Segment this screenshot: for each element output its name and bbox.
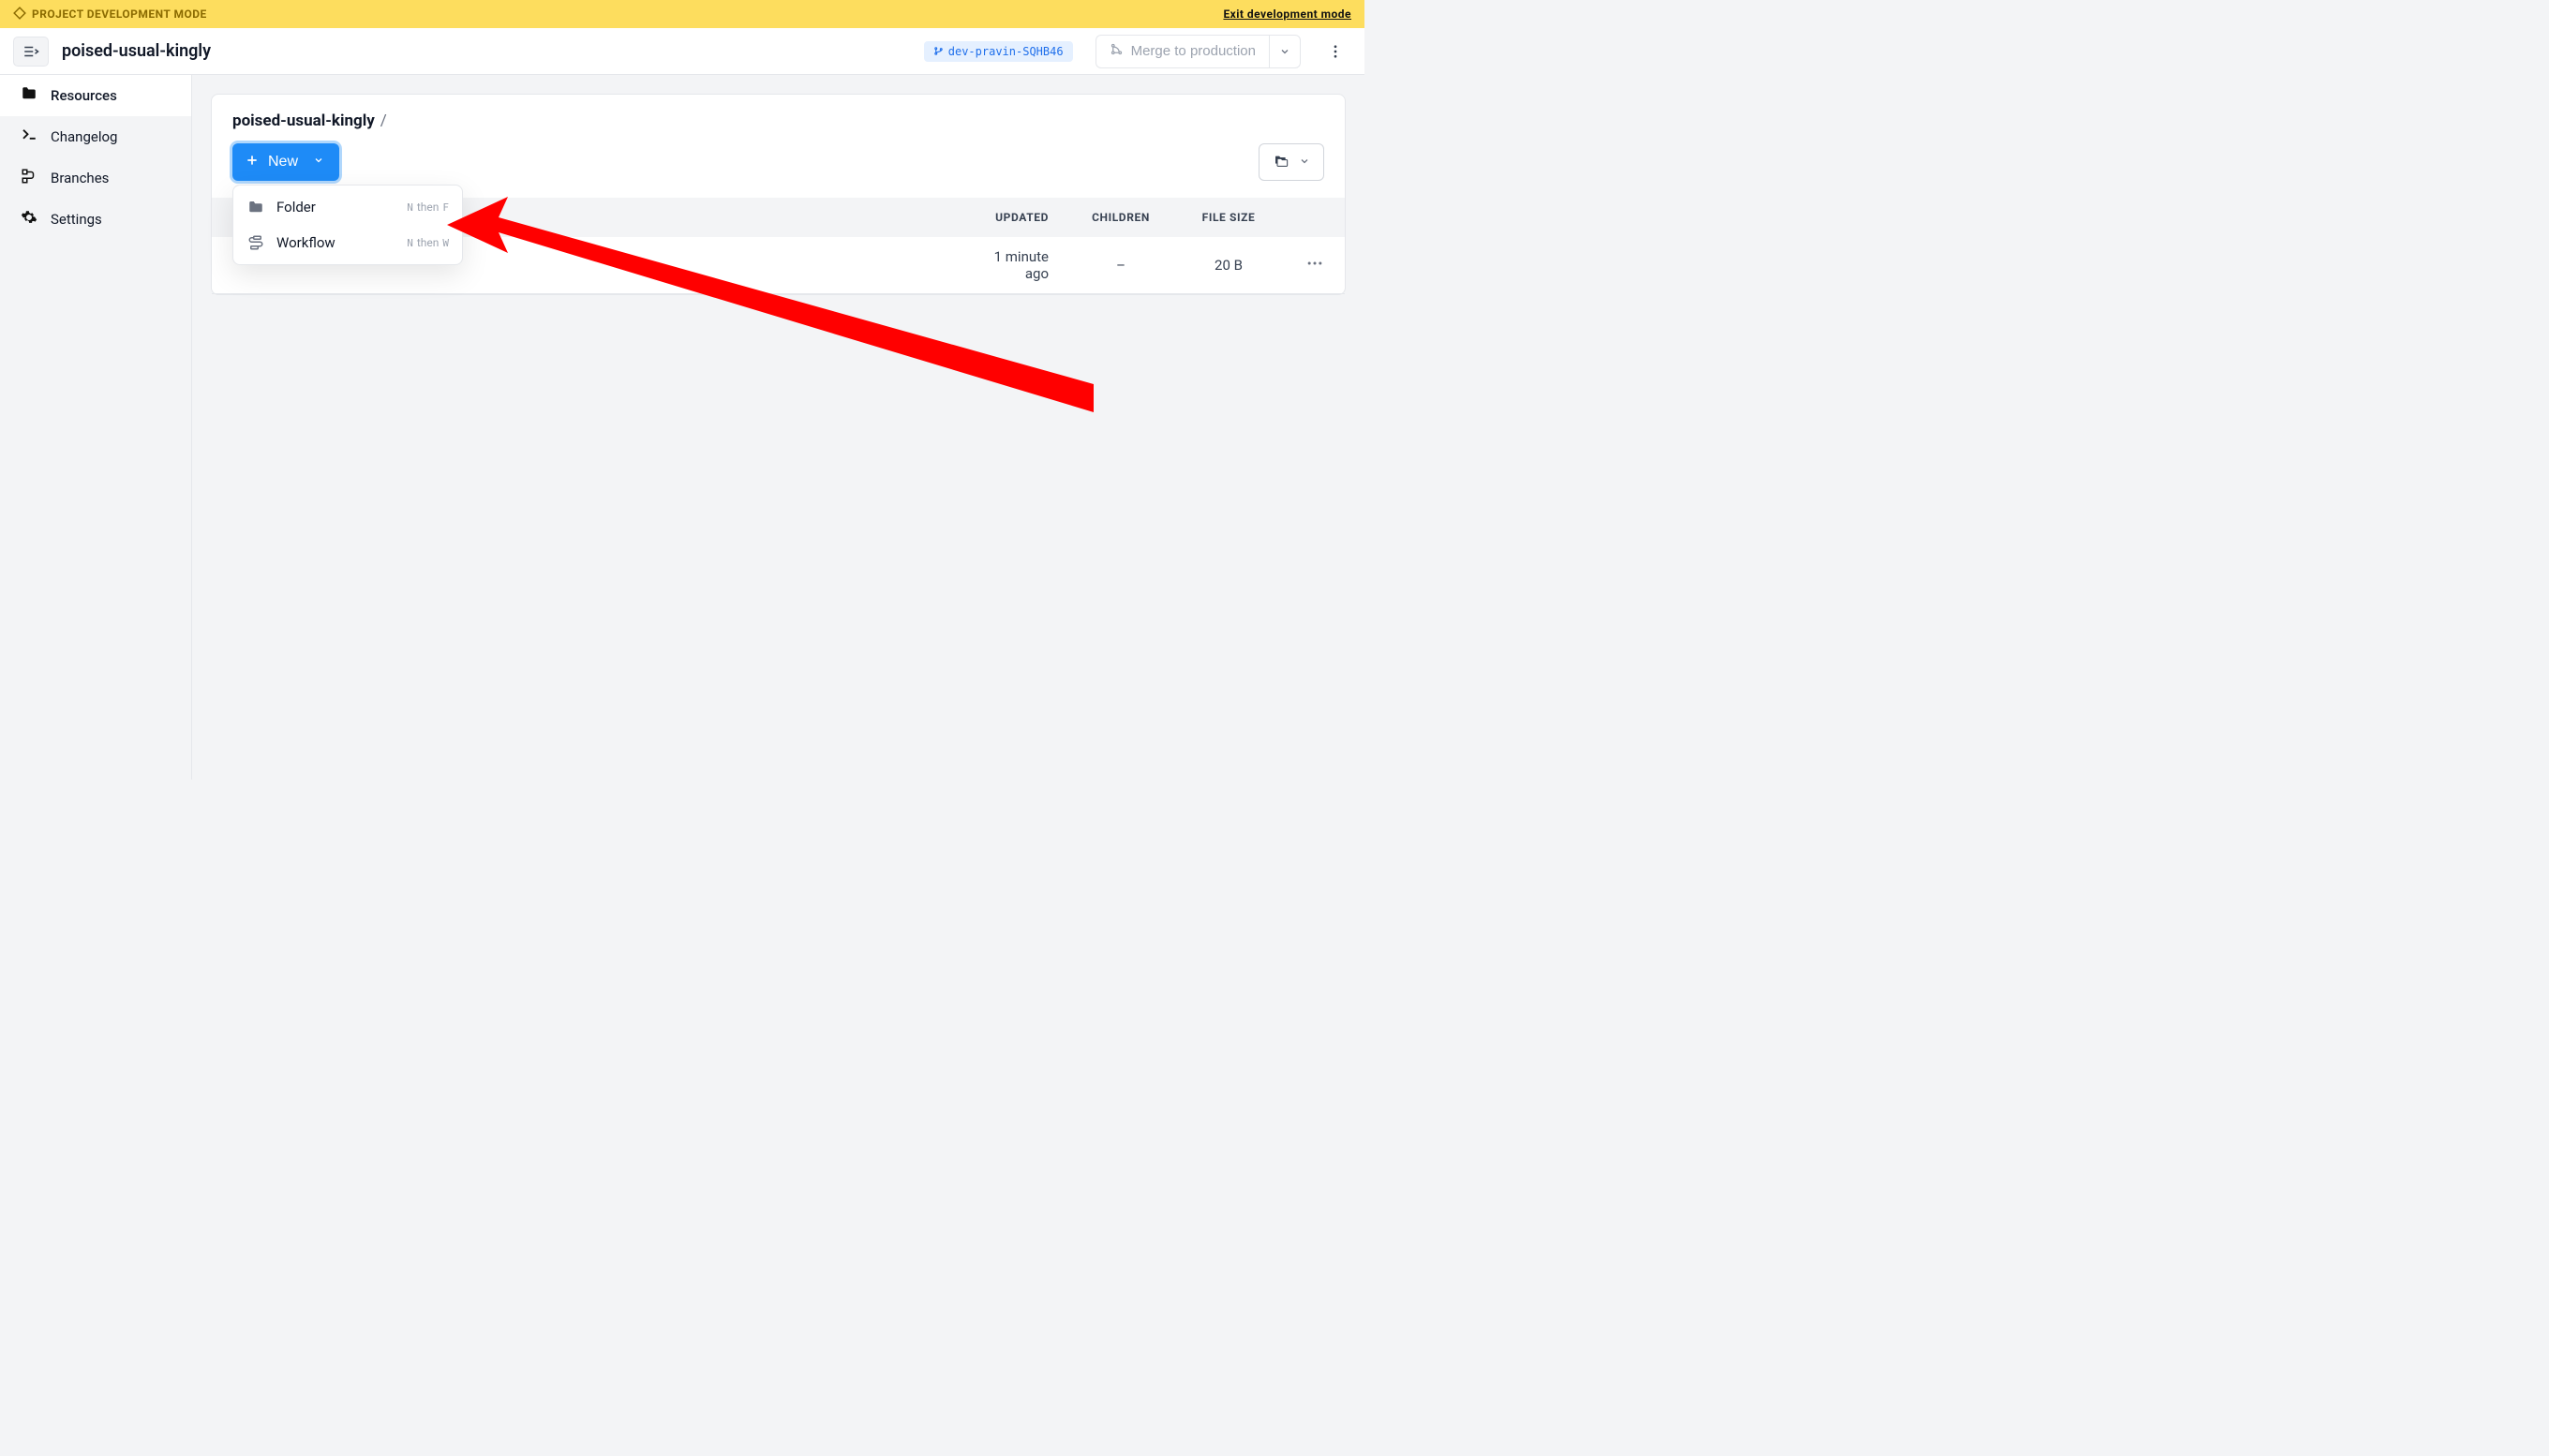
resources-card: poised-usual-kingly / New <box>211 94 1346 295</box>
workflow-icon <box>246 234 265 251</box>
exit-dev-mode-link[interactable]: Exit development mode <box>1223 7 1351 21</box>
new-dropdown: Folder N then F <box>232 185 463 265</box>
sidebar-label: Changelog <box>51 128 117 145</box>
col-children-header[interactable]: CHILDREN <box>1069 198 1172 237</box>
folder-icon <box>246 199 265 215</box>
new-folder-item[interactable]: Folder N then F <box>233 189 462 225</box>
project-title: poised-usual-kingly <box>62 41 211 61</box>
cell-children: – <box>1069 237 1172 294</box>
sidebar-toggle-button[interactable] <box>13 37 49 67</box>
dropdown-item-label: Folder <box>276 199 395 215</box>
terminal-icon <box>21 126 37 147</box>
sidebar-label: Resources <box>51 87 117 104</box>
row-actions-button[interactable] <box>1285 237 1345 294</box>
cell-updated: 1 minute ago <box>947 237 1069 294</box>
gear-icon <box>21 209 37 230</box>
new-button[interactable]: New <box>232 143 339 181</box>
folder-icon <box>21 85 37 106</box>
more-menu-button[interactable] <box>1319 35 1351 68</box>
topbar: poised-usual-kingly dev-pravin-SQHB46 Me… <box>0 28 1364 75</box>
branch-name: dev-pravin-SQHB46 <box>948 45 1064 58</box>
dev-mode-banner: PROJECT DEVELOPMENT MODE Exit developmen… <box>0 0 1364 28</box>
new-workflow-item[interactable]: Workflow N then W <box>233 225 462 260</box>
sidebar-item-branches[interactable]: Branches <box>0 157 191 199</box>
merge-to-production-button[interactable]: Merge to production <box>1096 35 1269 68</box>
cell-filesize: 20 B <box>1172 237 1285 294</box>
sidebar-item-settings[interactable]: Settings <box>0 199 191 240</box>
chevron-down-icon <box>313 154 324 171</box>
branch-badge[interactable]: dev-pravin-SQHB46 <box>924 41 1073 62</box>
branches-icon <box>21 168 37 188</box>
main-content: poised-usual-kingly / New <box>192 75 1364 780</box>
col-updated-header[interactable]: UPDATED <box>947 198 1069 237</box>
merge-icon <box>1110 42 1124 60</box>
dev-mode-label: PROJECT DEVELOPMENT MODE <box>32 7 207 21</box>
chevron-down-icon <box>1299 156 1310 170</box>
dropdown-item-label: Workflow <box>276 234 395 251</box>
breadcrumb: poised-usual-kingly / <box>232 111 1324 130</box>
view-mode-button[interactable] <box>1259 143 1324 181</box>
plus-icon <box>246 154 259 171</box>
breadcrumb-root[interactable]: poised-usual-kingly <box>232 111 375 130</box>
sidebar: Resources Changelog Branches Settings <box>0 75 192 780</box>
breadcrumb-separator: / <box>380 111 387 130</box>
sidebar-item-changelog[interactable]: Changelog <box>0 116 191 157</box>
merge-button-group: Merge to production <box>1096 35 1301 68</box>
sidebar-label: Settings <box>51 211 102 228</box>
merge-dropdown-button[interactable] <box>1269 35 1301 68</box>
folders-icon <box>1273 154 1289 171</box>
col-filesize-header[interactable]: FILE SIZE <box>1172 198 1285 237</box>
dropdown-hint: N then W <box>407 236 449 249</box>
dev-mode-banner-label-wrap: PROJECT DEVELOPMENT MODE <box>13 7 207 22</box>
diamond-icon <box>13 7 26 22</box>
sidebar-item-resources[interactable]: Resources <box>0 75 191 116</box>
new-button-label: New <box>268 154 298 171</box>
merge-label: Merge to production <box>1131 43 1256 59</box>
dropdown-hint: N then F <box>407 201 449 214</box>
sidebar-label: Branches <box>51 170 109 186</box>
